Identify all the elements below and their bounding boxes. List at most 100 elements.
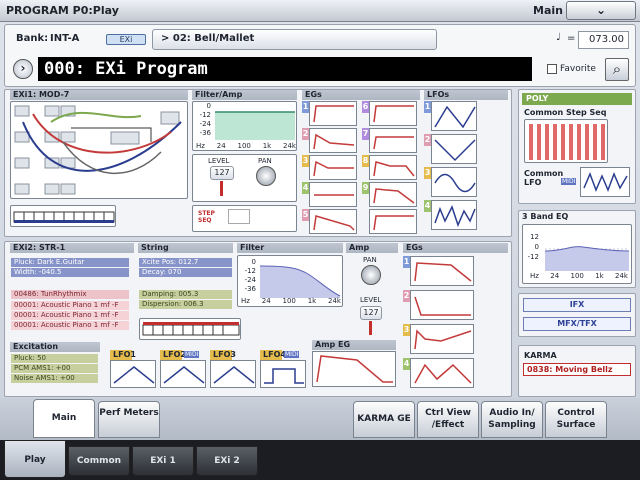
eg-graph[interactable]: [410, 358, 474, 388]
eg-curve: [373, 136, 414, 150]
tab-control-surface[interactable]: Control Surface: [545, 401, 607, 438]
program-select[interactable]: > 02: Bell/Mallet: [152, 29, 437, 50]
excite-field[interactable]: Noise AMS1: +00: [11, 374, 98, 383]
amp-eg-curve: [316, 355, 393, 383]
eg-graph[interactable]: [309, 182, 357, 207]
multisample-field[interactable]: 00001: Acoustic Piano 1 mf -F: [11, 301, 129, 310]
search-button[interactable]: ⌕: [605, 58, 629, 81]
lfo-graph[interactable]: [431, 167, 477, 197]
exi2-level-bar: [369, 321, 372, 335]
tab-exi1[interactable]: EXi 1: [132, 446, 194, 476]
chevron-right-icon: ›: [20, 61, 26, 75]
tab-ctrl-view-effect[interactable]: Ctrl View /Effect: [417, 401, 479, 438]
tempo-equals: =: [567, 33, 576, 44]
exi2-label: EXi2:: [13, 243, 37, 252]
lfo-graph[interactable]: [260, 360, 306, 388]
amp-eg-graph[interactable]: [312, 351, 396, 387]
common-step-seq-label: Common Step Seq: [524, 108, 607, 117]
tab-play[interactable]: Play: [4, 440, 66, 478]
lfo-graph[interactable]: [431, 200, 477, 230]
favorite-checkbox[interactable]: [547, 64, 557, 74]
eg-curve: [414, 296, 471, 316]
karma-gesture-field[interactable]: 0838: Moving Bellz: [523, 363, 631, 376]
eg-graph[interactable]: [309, 101, 357, 126]
page-menu-button[interactable]: ⌄: [566, 1, 636, 20]
eg-curve: [414, 329, 472, 350]
eg-num: 5: [302, 209, 309, 221]
ifx-button[interactable]: IFX: [523, 298, 631, 312]
step-seq-label: STEP SEQ: [198, 210, 215, 224]
lfo-graph[interactable]: [110, 360, 156, 388]
poly-badge: POLY: [522, 93, 632, 105]
eg-graph[interactable]: [369, 101, 417, 126]
tick: Hz: [241, 297, 250, 305]
eg-curve: [313, 133, 355, 150]
lfo-wave: [434, 105, 476, 129]
multisample-field[interactable]: 00001: Acoustic Piano 1 mf -F: [11, 321, 129, 330]
eg-graph[interactable]: [309, 155, 357, 180]
common-step-seq-graph[interactable]: [524, 119, 608, 163]
multisample-field[interactable]: 00001: Acoustic Piano 1 mf -F: [11, 311, 129, 320]
eg-graph[interactable]: [369, 128, 417, 153]
program-name[interactable]: 000: EXi Program: [38, 57, 532, 81]
exi1-level-field[interactable]: 127: [210, 166, 234, 180]
lfo-wave: [264, 368, 304, 384]
bank-value[interactable]: INT-A: [50, 33, 79, 44]
xcite-pos-field[interactable]: Xcite Pos: 012.7: [139, 258, 232, 267]
tab-main[interactable]: Main: [33, 399, 95, 438]
width-field[interactable]: Width: -040.5: [11, 268, 129, 277]
exi-badge: EXi: [106, 34, 146, 45]
keyboard-graphic: [142, 322, 240, 336]
excite-field[interactable]: PCM AMS1: +00: [11, 364, 98, 373]
exi2-pan-knob[interactable]: [361, 265, 381, 285]
multisample-field[interactable]: 00486: TunRhythmix: [11, 290, 129, 299]
tick: Hz: [196, 142, 205, 150]
pan-knob[interactable]: [256, 166, 276, 186]
excitation-header: Excitation: [10, 342, 100, 352]
eg-curve: [373, 188, 415, 204]
tab-perf-meters[interactable]: Perf Meters: [98, 401, 160, 438]
eg-graph[interactable]: [369, 182, 417, 207]
common-lfo-graph[interactable]: [580, 167, 630, 197]
lfo2-label: LFO2: [160, 350, 186, 360]
program-nav-button[interactable]: ›: [13, 59, 33, 79]
lfo-graph[interactable]: [431, 101, 477, 131]
tab-audio-in-sampling[interactable]: Audio In/ Sampling: [481, 401, 543, 438]
exi1-model: MOD-7: [38, 90, 70, 99]
eg-graph[interactable]: [410, 324, 474, 354]
lfo-wave: [113, 366, 155, 384]
eg-graph[interactable]: [410, 290, 474, 320]
mfx-tfx-button[interactable]: MFX/TFX: [523, 317, 631, 331]
favorite-label: Favorite: [560, 64, 596, 74]
tab-exi2[interactable]: EXi 2: [196, 446, 258, 476]
amp-header: Amp: [346, 243, 398, 253]
eg-curve: [414, 363, 472, 384]
exi2-header: EXi2: STR-1: [10, 243, 134, 253]
tick: 0: [206, 102, 211, 110]
damping-field[interactable]: Damping: 005.3: [139, 290, 232, 299]
tab-common[interactable]: Common: [68, 446, 130, 476]
eg-graph[interactable]: [410, 256, 474, 286]
decay-field[interactable]: Decay: 070: [139, 268, 232, 277]
mod7-patch-area[interactable]: [10, 101, 188, 199]
mod7-patch-diagram: [14, 105, 182, 195]
dispersion-field[interactable]: Dispersion: 006.3: [139, 300, 232, 309]
tab-karma-ge[interactable]: KARMA GE: [353, 401, 415, 438]
exi2-level-field[interactable]: 127: [360, 306, 382, 320]
eg-graph[interactable]: [309, 209, 357, 234]
lfo-graph[interactable]: [160, 360, 206, 388]
eg-graph[interactable]: [369, 209, 417, 234]
exi1-freq-ticks: Hz 24 100 1k 24k: [196, 142, 296, 150]
eg-graph[interactable]: [309, 128, 357, 153]
tempo-field[interactable]: 073.00: [578, 31, 629, 49]
filter-header: Filter: [237, 243, 343, 253]
tick: 24k: [328, 297, 341, 305]
chevron-down-icon: ⌄: [595, 3, 607, 17]
pluck-field[interactable]: Pluck: Dark E.Guitar: [11, 258, 129, 267]
eg-graph[interactable]: [369, 155, 417, 180]
lfo-graph[interactable]: [210, 360, 256, 388]
lfo-graph[interactable]: [431, 134, 477, 164]
excite-field[interactable]: Pluck: 50: [11, 354, 98, 363]
eg-curve: [373, 105, 414, 123]
eg-curve: [373, 215, 414, 231]
